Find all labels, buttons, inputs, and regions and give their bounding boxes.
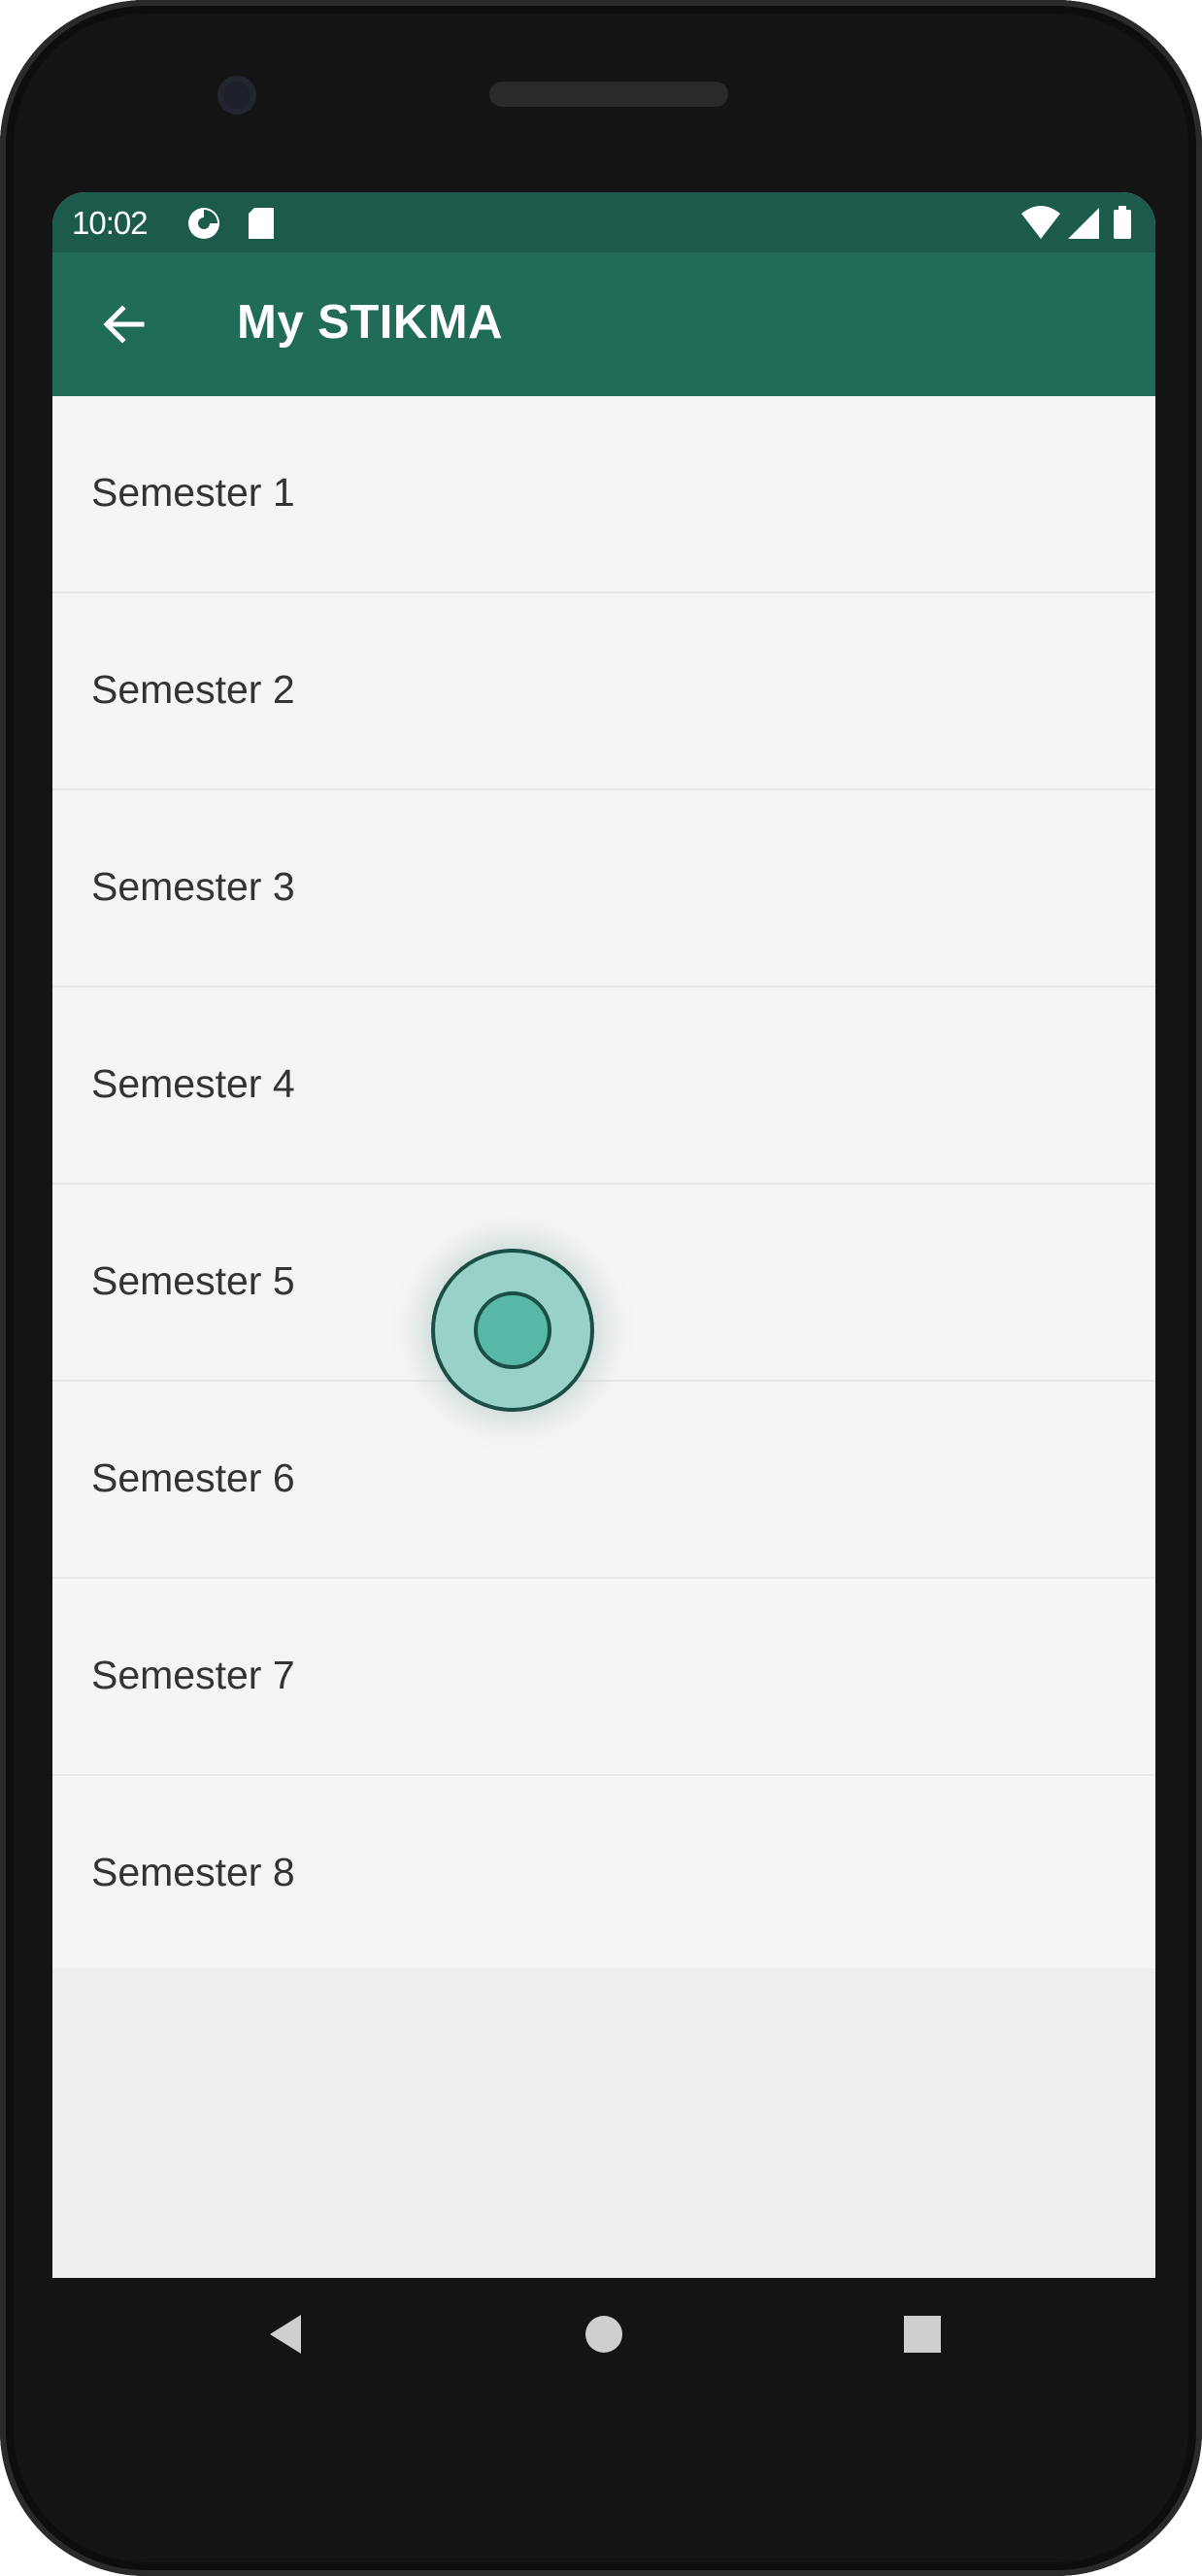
touch-indicator [431,1249,594,1412]
list-item-semester-8[interactable]: Semester 8 [52,1776,1155,1968]
wifi-icon [1019,204,1062,248]
touch-indicator-dot [474,1291,551,1369]
front-camera [217,76,256,115]
list-item-semester-1[interactable]: Semester 1 [52,396,1155,593]
list-item-label: Semester 2 [91,667,295,712]
screen: 10:02 My STIKMA Semester 1 Semester 2 Se… [52,192,1155,2396]
list-item-label: Semester 1 [91,470,295,515]
arrow-left-icon [99,299,150,354]
list-item-semester-4[interactable]: Semester 4 [52,987,1155,1185]
earpiece-speaker [489,82,728,107]
toolbar-title: My STIKMA [237,296,503,349]
list-item-semester-7[interactable]: Semester 7 [52,1579,1155,1776]
home-circle-icon [583,2313,625,2360]
list-item-semester-3[interactable]: Semester 3 [52,790,1155,987]
list-item-label: Semester 8 [91,1850,295,1894]
nav-recents-button[interactable] [884,2297,961,2375]
list-item-label: Semester 6 [91,1455,295,1500]
app-toolbar: My STIKMA [52,252,1155,396]
nav-back-button[interactable] [247,2297,324,2375]
list-item-label: Semester 5 [91,1258,295,1303]
system-nav-bar [52,2278,1155,2396]
list-item-label: Semester 4 [91,1061,295,1106]
battery-icon [1111,204,1134,248]
recents-square-icon [902,2314,943,2359]
phone-frame: 10:02 My STIKMA Semester 1 Semester 2 Se… [0,0,1202,2576]
nav-home-button[interactable] [565,2297,643,2375]
signal-icon [1066,204,1101,248]
status-time: 10:02 [72,205,149,241]
list-item-label: Semester 7 [91,1653,295,1697]
status-bar: 10:02 [52,192,1155,252]
back-button[interactable] [87,289,161,363]
list-item-semester-6[interactable]: Semester 6 [52,1382,1155,1579]
list-item-semester-5[interactable]: Semester 5 [52,1185,1155,1382]
list-item-semester-2[interactable]: Semester 2 [52,593,1155,790]
sd-card-icon [245,204,278,248]
data-saver-icon [184,204,223,248]
back-triangle-icon [266,2313,305,2360]
semester-list: Semester 1 Semester 2 Semester 3 Semeste… [52,396,1155,1968]
list-item-label: Semester 3 [91,864,295,909]
